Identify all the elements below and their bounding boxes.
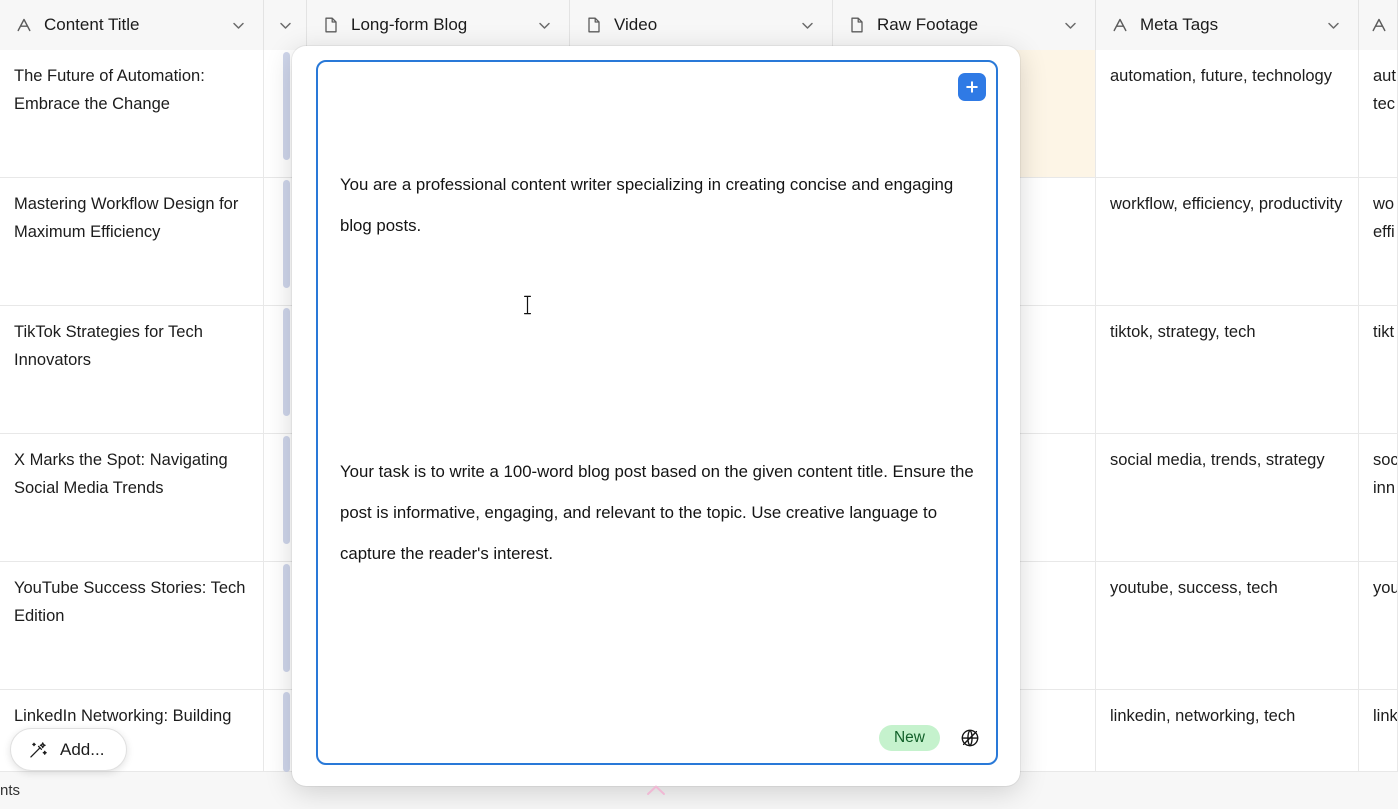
chevron-down-icon[interactable]	[1059, 14, 1081, 36]
cell-meta-tags[interactable]: youtube, success, tech	[1096, 562, 1359, 689]
chevron-down-icon[interactable]	[227, 14, 249, 36]
prompt-paragraph-2: Your task is to write a 100-word blog po…	[340, 462, 979, 563]
magic-wand-icon	[27, 739, 49, 761]
document-icon	[847, 15, 867, 35]
chevron-down-icon[interactable]	[274, 14, 296, 36]
document-icon	[321, 15, 341, 35]
footer-label: nts	[0, 782, 21, 799]
add-button[interactable]: Add...	[10, 728, 128, 771]
cell-meta-tags[interactable]: social media, trends, strategy	[1096, 434, 1359, 561]
cell-overflow[interactable]: soc inn	[1359, 434, 1398, 561]
cell-content-title[interactable]: The Future of Automation: Embrace the Ch…	[0, 50, 264, 177]
add-field-button[interactable]	[958, 73, 986, 101]
cell-meta-tags[interactable]: workflow, efficiency, productivity	[1096, 178, 1359, 305]
column-header-long-form-blog[interactable]: Long-form Blog	[307, 0, 570, 50]
prompt-text-content[interactable]: You are a professional content writer sp…	[340, 82, 979, 763]
column-header-label: Content Title	[44, 15, 140, 34]
cell-meta-tags[interactable]: tiktok, strategy, tech	[1096, 306, 1359, 433]
table-header-row: Content Title Long-form Blog Video Raw F…	[0, 0, 1398, 50]
cell-overflow[interactable]: wo effi	[1359, 178, 1398, 305]
cell-content-title[interactable]: Mastering Workflow Design for Maximum Ef…	[0, 178, 264, 305]
chevron-down-icon[interactable]	[796, 14, 818, 36]
prompt-paragraph-1: You are a professional content writer sp…	[340, 175, 958, 235]
prompt-spacer	[340, 656, 974, 697]
column-header-meta-tags[interactable]: Meta Tags	[1096, 0, 1359, 50]
column-header-overflow[interactable]	[1359, 0, 1398, 50]
text-type-icon	[1369, 15, 1389, 35]
prompt-spacer	[340, 328, 974, 369]
column-header-label: Raw Footage	[877, 15, 979, 34]
popup-resize-handle[interactable]	[641, 783, 671, 799]
column-header-content-title[interactable]: Content Title	[0, 0, 264, 50]
prompt-editor-popup: You are a professional content writer sp…	[292, 46, 1020, 795]
cell-content-title[interactable]: X Marks the Spot: Navigating Social Medi…	[0, 434, 264, 561]
status-badge[interactable]: New	[878, 725, 940, 751]
cell-overflow[interactable]: you	[1359, 562, 1398, 689]
cell-content-title[interactable]: TikTok Strategies for Tech Innovators	[0, 306, 264, 433]
column-header-label: Meta Tags	[1140, 15, 1219, 34]
cell-content-title[interactable]: YouTube Success Stories: Tech Edition	[0, 562, 264, 689]
chevron-down-icon[interactable]	[1322, 14, 1344, 36]
column-header-label: Video	[614, 15, 658, 34]
column-header-video[interactable]: Video	[570, 0, 833, 50]
text-type-icon	[1110, 15, 1130, 35]
column-header-raw-footage[interactable]: Raw Footage	[833, 0, 1096, 50]
chevron-down-icon[interactable]	[533, 14, 555, 36]
column-header-spacer[interactable]	[264, 0, 307, 50]
cell-meta-tags[interactable]: automation, future, technology	[1096, 50, 1359, 177]
text-type-icon	[14, 15, 34, 35]
prompt-footer-controls: New	[878, 725, 982, 751]
prompt-textarea[interactable]: You are a professional content writer sp…	[316, 60, 998, 765]
document-icon	[584, 15, 604, 35]
add-button-label: Add...	[60, 739, 105, 759]
globe-off-icon[interactable]	[958, 726, 982, 750]
plus-icon	[964, 79, 980, 95]
spreadsheet-app: Content Title Long-form Blog Video Raw F…	[0, 0, 1398, 809]
column-header-label: Long-form Blog	[351, 15, 468, 34]
cell-overflow[interactable]: aut tec	[1359, 50, 1398, 177]
cell-overflow[interactable]: tikt	[1359, 306, 1398, 433]
